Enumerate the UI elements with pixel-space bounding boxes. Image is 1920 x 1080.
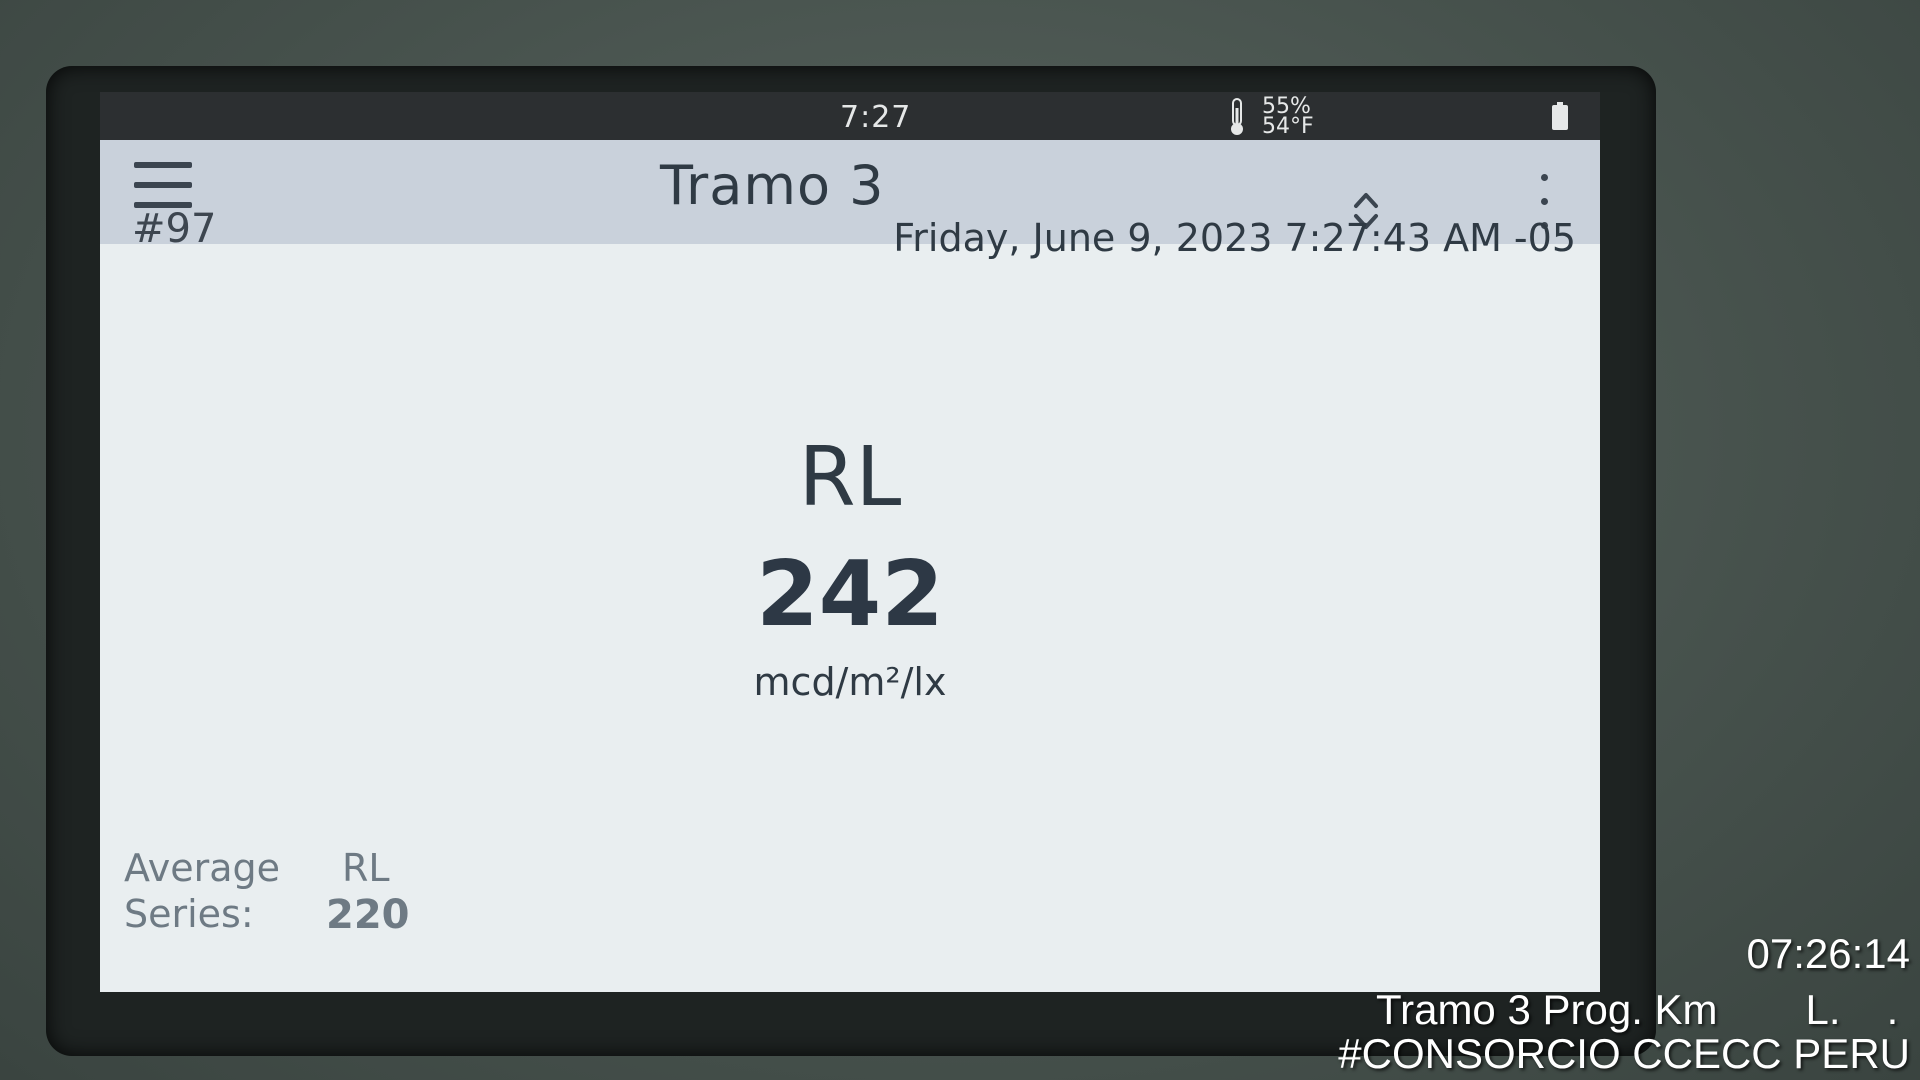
menu-icon — [134, 162, 194, 208]
average-value: 220 — [326, 892, 410, 938]
metric-unit: mcd/m²/lx — [753, 660, 947, 704]
measurement-datetime: Friday, June 9, 2023 7:27:43 AM -05 — [893, 216, 1576, 260]
metric-label: RL — [798, 430, 902, 525]
photo-company-line: #CONSORCIO CCECC PERU — [1338, 1030, 1910, 1077]
temperature-value: 54°F — [1262, 114, 1314, 139]
status-time: 7:27 — [840, 100, 912, 135]
page-title: Tramo 3 — [660, 154, 885, 217]
metric-value: 242 — [756, 542, 944, 647]
photo-location-text: Tramo 3 Prog. Km — [1376, 986, 1718, 1033]
status-bar: 7:27 55% 54°F — [100, 92, 1600, 140]
environment-readout: 55% 54°F — [1226, 96, 1356, 139]
average-label: Average — [124, 846, 281, 890]
photo-location-dot: . — [1886, 986, 1899, 1033]
photo-timestamp: 07:26:14 — [1746, 930, 1911, 977]
battery-icon — [1552, 102, 1568, 130]
record-number: #97 — [132, 206, 217, 252]
thermometer-icon — [1231, 98, 1243, 135]
device-screen: 7:27 55% 54°F Tramo 3 #97 Friday, June 9… — [100, 92, 1600, 992]
series-label: Series: — [124, 892, 254, 936]
average-metric-label: RL — [342, 846, 390, 890]
device-body: 7:27 55% 54°F Tramo 3 #97 Friday, June 9… — [0, 0, 1920, 1080]
photo-location-line: Tramo 3 Prog. Km L.. — [1376, 986, 1898, 1034]
photo-location-l: L. — [1805, 986, 1841, 1033]
